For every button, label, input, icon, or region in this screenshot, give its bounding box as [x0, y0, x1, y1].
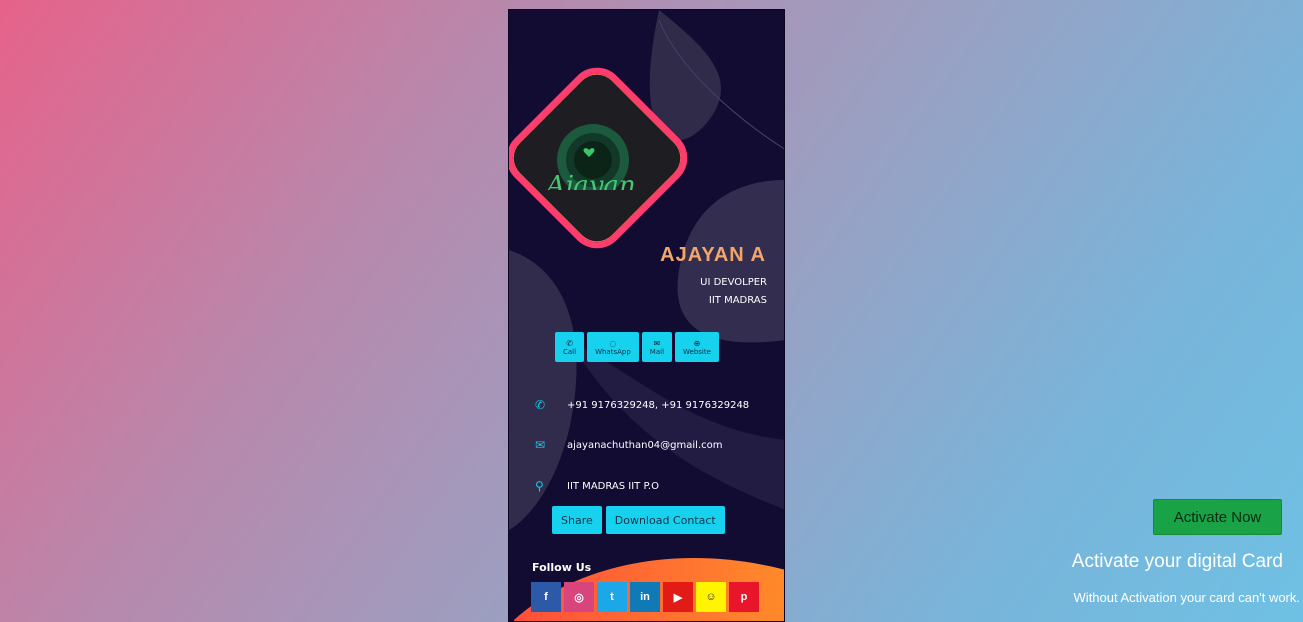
- call-label: Call: [563, 347, 577, 356]
- mail-icon: ✉: [535, 438, 546, 452]
- card-organization: IIT MADRAS: [708, 295, 767, 306]
- activate-title: Activate your digital Card: [1071, 551, 1283, 572]
- globe-icon: ⊕: [693, 338, 701, 348]
- phone-icon: ✆: [535, 398, 546, 412]
- card-buttons: Share Download Contact: [552, 506, 725, 534]
- follow-us-label: Follow Us: [532, 561, 592, 574]
- logo-icon: Ajayan: [544, 124, 636, 190]
- facebook-icon[interactable]: f: [531, 582, 561, 612]
- action-buttons: ✆ Call ◌ WhatsApp ✉ Mail ⊕ Website: [555, 332, 719, 362]
- website-button[interactable]: ⊕ Website: [675, 332, 719, 362]
- digital-card: Ajayan AJAYAN A UI DEVOLPER IIT MADRAS ✆…: [508, 9, 785, 622]
- website-label: Website: [683, 347, 711, 356]
- phone-icon: ✆: [566, 338, 573, 348]
- call-button[interactable]: ✆ Call: [555, 332, 585, 362]
- whatsapp-button[interactable]: ◌ WhatsApp: [587, 332, 639, 362]
- snapchat-icon[interactable]: ☺: [696, 582, 726, 612]
- social-links: f ◎ t in ▶ ☺ p: [531, 582, 759, 612]
- youtube-icon[interactable]: ▶: [663, 582, 693, 612]
- address-text: IIT MADRAS IIT P.O: [567, 480, 659, 492]
- activate-now-button[interactable]: Activate Now: [1153, 499, 1282, 535]
- address-row: ⚲ IIT MADRAS IIT P.O: [535, 479, 659, 493]
- whatsapp-icon: ◌: [609, 338, 617, 348]
- phone-row[interactable]: ✆ +91 9176329248, +91 9176329248: [535, 398, 749, 412]
- mail-button[interactable]: ✉ Mail: [641, 332, 673, 362]
- share-button[interactable]: Share: [552, 506, 602, 534]
- logo-text: Ajayan: [544, 171, 635, 190]
- whatsapp-label: WhatsApp: [595, 347, 631, 356]
- mail-label: Mail: [649, 347, 665, 356]
- mail-icon: ✉: [653, 338, 661, 348]
- phone-text: +91 9176329248, +91 9176329248: [567, 399, 750, 411]
- instagram-icon[interactable]: ◎: [564, 582, 594, 612]
- card-role: UI DEVOLPER: [700, 277, 767, 288]
- email-row[interactable]: ✉ ajayanachuthan04@gmail.com: [535, 438, 722, 452]
- pinterest-icon[interactable]: p: [729, 582, 759, 612]
- download-contact-button[interactable]: Download Contact: [605, 506, 725, 534]
- email-text: ajayanachuthan04@gmail.com: [567, 439, 723, 451]
- card-name: AJAYAN A: [660, 244, 766, 266]
- activate-subtitle: Without Activation your card can't work.: [1073, 590, 1300, 605]
- twitter-icon[interactable]: t: [597, 582, 627, 612]
- location-pin-icon: ⚲: [535, 479, 544, 493]
- linkedin-icon[interactable]: in: [630, 582, 660, 612]
